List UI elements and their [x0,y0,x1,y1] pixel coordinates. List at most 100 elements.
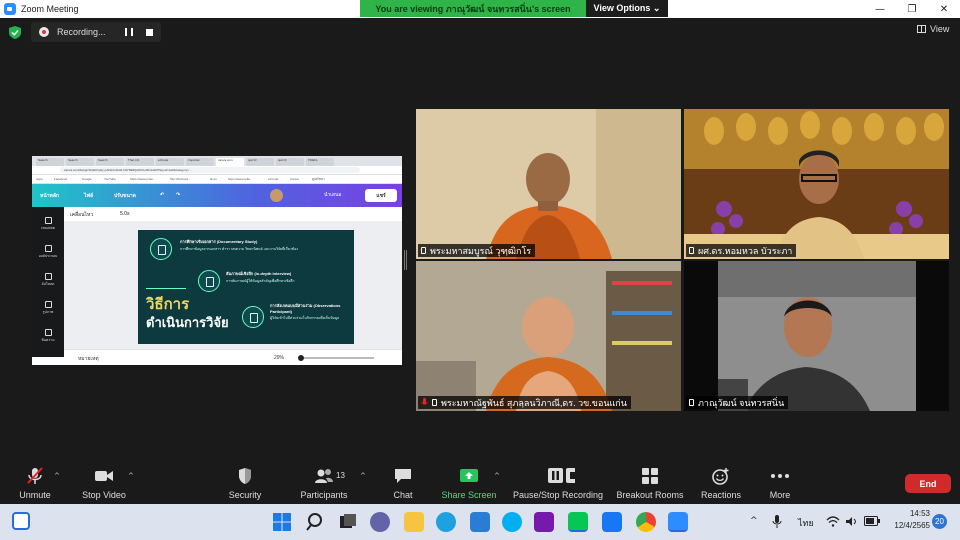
windows-start-icon[interactable] [272,512,292,532]
clock-date[interactable]: 12/4/2565 [894,521,930,530]
video-options-chevron-icon[interactable]: ^ [128,472,134,480]
browser-tab[interactable]: Search [36,158,64,166]
chrome-icon[interactable] [636,512,656,532]
speaker-icon[interactable] [846,516,858,527]
search-icon[interactable] [306,512,326,532]
share-screen-button[interactable]: Share Screen [440,462,498,504]
audio-options-chevron-icon[interactable]: ^ [54,472,60,480]
skype-icon[interactable] [502,512,522,532]
bookmark-item[interactable]: Apps [36,177,43,181]
zoom-taskbar-icon[interactable] [668,512,688,532]
bookmark-item[interactable]: Facebook [54,177,67,181]
animate-button[interactable]: เคลื่อนไหว [70,211,93,219]
participants-button[interactable]: Participants [296,462,352,504]
bookmark-item[interactable]: Docs [210,177,217,181]
stop-recording-icon[interactable] [146,28,153,36]
panel-splitter[interactable] [404,250,407,270]
video-tile[interactable]: พระมหาสมบูรณ์ วุฑฺฒิกโร [416,109,681,259]
end-meeting-button[interactable]: End [905,474,951,493]
more-button[interactable]: More [764,462,796,504]
participants-icon [315,469,333,483]
close-button[interactable]: ✕ [928,0,960,18]
task-view-icon[interactable] [338,512,358,532]
browser-tab[interactable]: Search [66,158,94,166]
minimize-button[interactable]: — [864,0,896,18]
redo-icon[interactable]: ↷ [176,192,180,198]
chevron-up-icon[interactable]: ^ [750,516,758,526]
bookmark-item[interactable]: YouTube [104,177,116,181]
browser-tab[interactable]: That Chi [126,158,154,166]
shared-screen[interactable]: Search Search Search That Chi ezCode Imp… [32,156,402,365]
browser-tab[interactable]: TOEFL [306,158,334,166]
clock-time[interactable]: 14:53 [904,509,930,518]
zoom-slider[interactable] [304,357,374,359]
browser-tab[interactable]: quiz.R [276,158,304,166]
bookmark-item[interactable]: https://www.prote... [130,177,156,181]
url-field[interactable]: canva.com/design/DAE9rrp2y-pAl/H4n1Ks0-h… [60,167,360,173]
canva-side-item[interactable]: เทมเพลต [32,217,64,231]
canva-side-item[interactable]: อัปโหลด [32,273,64,287]
canva-side-item[interactable]: องค์ประกอบ [32,245,64,259]
canva-share-button[interactable]: แชร์ [365,189,397,202]
maximize-button[interactable]: ❐ [896,0,928,18]
mail-icon[interactable] [470,512,490,532]
notes-button[interactable]: หมายเหตุ [78,355,99,363]
bookmark-item[interactable]: ศูนย์วิทยา [312,177,325,182]
wifi-icon[interactable] [826,516,840,527]
undo-icon[interactable]: ↶ [160,192,164,198]
stop-video-button[interactable]: Stop Video [78,462,130,504]
browser-tab[interactable]: Importan [186,158,214,166]
canva-menu-home[interactable]: หน้าหลัก [40,192,59,200]
video-tile[interactable]: ภาณุวัฒน์ จนทวรสนิ่น [684,261,949,411]
widgets-icon[interactable] [12,512,30,530]
canva-side-item[interactable]: รูปภาพ [32,301,64,315]
shield-icon[interactable] [9,26,21,39]
teams-chat-icon[interactable] [370,512,390,532]
breakout-rooms-button[interactable]: Breakout Rooms [614,462,686,504]
slide[interactable]: การศึกษาเชิงเอกสาร (Documentary Study) ก… [138,230,354,344]
view-label: View [930,24,950,34]
share-screen-label: Share Screen [441,490,497,500]
bookmark-item[interactable]: Canva [290,177,299,181]
avatar[interactable] [270,189,283,202]
canva-canvas[interactable]: การศึกษาเชิงเอกสาร (Documentary Study) ก… [64,221,402,349]
pause-stop-recording-button[interactable]: Pause/Stop Recording [510,462,606,504]
view-button[interactable]: View [917,24,949,34]
muted-microphone-icon [27,467,43,484]
unmute-button[interactable]: Unmute [14,462,56,504]
chat-bubble-icon [395,469,411,483]
recording-status: Recording... [57,27,106,37]
browser-tab[interactable]: ezCode [156,158,184,166]
notification-badge[interactable]: 20 [932,514,947,529]
reactions-button[interactable]: Reactions [698,462,744,504]
browser-tab[interactable]: quiz.R [246,158,274,166]
bookmark-item[interactable]: Google [82,177,92,181]
line-app-icon[interactable] [568,512,588,532]
bookmark-item[interactable]: ezCode [268,177,278,181]
bookmark-item[interactable]: https://www.refle... [228,177,253,181]
canva-present-button[interactable]: นำเสนอ [324,191,341,199]
pause-stop-icon [548,468,575,483]
share-options-chevron-icon[interactable]: ^ [494,472,500,480]
video-tile[interactable]: ผศ.ดร.หอมหวล บัวระภา [684,109,949,259]
view-options-button[interactable]: View Options ⌄ [586,0,668,17]
canva-menu-resize[interactable]: ปรับขนาด [114,192,136,200]
edge-browser-icon[interactable] [436,512,456,532]
browser-tab[interactable]: Search [96,158,124,166]
canva-side-item[interactable]: ข้อความ [32,329,64,343]
participants-options-chevron-icon[interactable]: ^ [360,472,366,480]
canva-menu-file[interactable]: ไฟล์ [84,192,93,200]
facebook-icon[interactable] [602,512,622,532]
bookmark-item[interactable]: http://dcresca... [170,177,191,181]
pause-recording-icon[interactable] [125,28,133,36]
onenote-icon[interactable] [534,512,554,532]
duration-button[interactable]: 5.0s [120,211,129,217]
chat-button[interactable]: Chat [388,462,418,504]
file-explorer-icon[interactable] [404,512,424,532]
battery-icon[interactable] [864,516,880,526]
video-tile[interactable]: พระมหาณัฐพันธ์ สุภลฺลนวิภาณี,ดร. วข.ขอนแ… [416,261,681,411]
microphone-tray-icon[interactable] [772,515,782,529]
security-button[interactable]: Security [224,462,266,504]
browser-tab-active[interactable]: canva.com [216,158,244,166]
input-language[interactable]: ไทย [798,516,814,530]
